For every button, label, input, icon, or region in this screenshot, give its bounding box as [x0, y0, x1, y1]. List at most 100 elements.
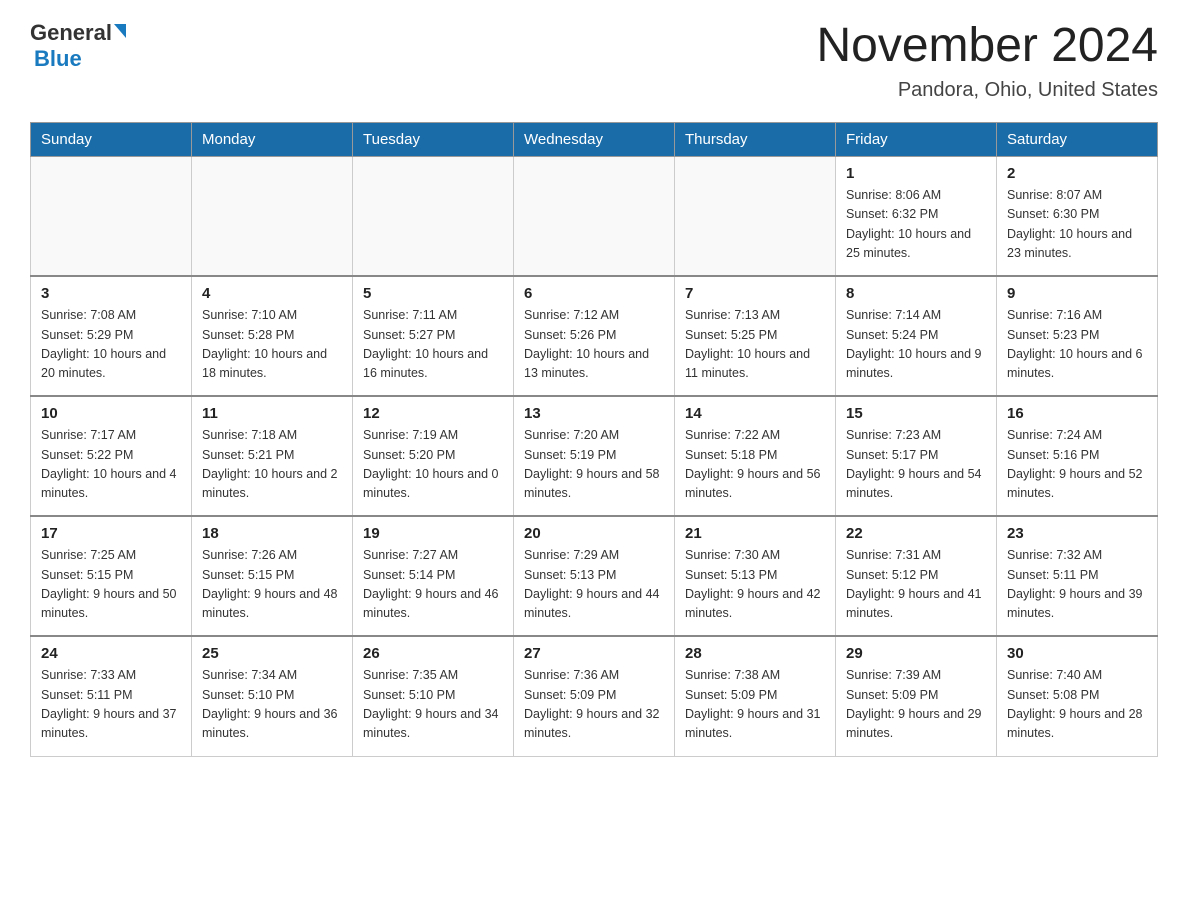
day-info: Sunrise: 7:32 AM Sunset: 5:11 PM Dayligh… [1007, 546, 1147, 624]
calendar-cell: 30 Sunrise: 7:40 AM Sunset: 5:08 PM Dayli… [997, 636, 1158, 756]
calendar-week-row: 10Sunrise: 7:17 AM Sunset: 5:22 PM Dayli… [31, 396, 1158, 516]
day-number: 16 [1007, 405, 1147, 422]
weekday-header-thursday: Thursday [675, 122, 836, 156]
day-info: Sunrise: 7:26 AM Sunset: 5:15 PM Dayligh… [202, 546, 342, 624]
day-info: Sunrise: 8:06 AM Sunset: 6:32 PM Dayligh… [846, 186, 986, 264]
weekday-header-friday: Friday [836, 122, 997, 156]
calendar-cell: 20 Sunrise: 7:29 AM Sunset: 5:13 PM Dayli… [514, 516, 675, 636]
logo: General Blue [30, 20, 126, 72]
weekday-header-monday: Monday [192, 122, 353, 156]
page-subtitle: Pandora, Ohio, United States [816, 79, 1158, 102]
calendar-cell: 14 Sunrise: 7:22 AM Sunset: 5:18 PM Dayli… [675, 396, 836, 516]
day-info: Sunrise: 7:11 AM Sunset: 5:27 PM Dayligh… [363, 306, 503, 384]
day-info: Sunrise: 7:18 AM Sunset: 5:21 PM Dayligh… [202, 426, 342, 504]
day-number: 8 [846, 285, 986, 302]
day-number: 23 [1007, 525, 1147, 542]
calendar-cell: 9 Sunrise: 7:16 AM Sunset: 5:23 PM Daylig… [997, 276, 1158, 396]
weekday-header-wednesday: Wednesday [514, 122, 675, 156]
day-number: 1 [846, 165, 986, 182]
calendar-week-row: 17 Sunrise: 7:25 AM Sunset: 5:15 PM Dayli… [31, 516, 1158, 636]
day-number: 26 [363, 645, 503, 662]
calendar-cell: 16Sunrise: 7:24 AM Sunset: 5:16 PM Dayli… [997, 396, 1158, 516]
day-number: 7 [685, 285, 825, 302]
calendar-cell [353, 156, 514, 276]
calendar-week-row: 1 Sunrise: 8:06 AM Sunset: 6:32 PM Daylig… [31, 156, 1158, 276]
day-info: Sunrise: 7:20 AM Sunset: 5:19 PM Dayligh… [524, 426, 664, 504]
day-info: Sunrise: 7:34 AM Sunset: 5:10 PM Dayligh… [202, 666, 342, 744]
calendar-cell: 3 Sunrise: 7:08 AM Sunset: 5:29 PM Daylig… [31, 276, 192, 396]
weekday-header-saturday: Saturday [997, 122, 1158, 156]
calendar-cell: 8 Sunrise: 7:14 AM Sunset: 5:24 PM Daylig… [836, 276, 997, 396]
weekday-header-sunday: Sunday [31, 122, 192, 156]
day-info: Sunrise: 7:25 AM Sunset: 5:15 PM Dayligh… [41, 546, 181, 624]
day-number: 2 [1007, 165, 1147, 182]
calendar-cell: 29 Sunrise: 7:39 AM Sunset: 5:09 PM Dayli… [836, 636, 997, 756]
calendar-week-row: 3 Sunrise: 7:08 AM Sunset: 5:29 PM Daylig… [31, 276, 1158, 396]
calendar-cell: 7 Sunrise: 7:13 AM Sunset: 5:25 PM Daylig… [675, 276, 836, 396]
calendar-cell [675, 156, 836, 276]
day-info: Sunrise: 7:12 AM Sunset: 5:26 PM Dayligh… [524, 306, 664, 384]
calendar-cell: 10Sunrise: 7:17 AM Sunset: 5:22 PM Dayli… [31, 396, 192, 516]
day-number: 11 [202, 405, 342, 422]
day-info: Sunrise: 7:38 AM Sunset: 5:09 PM Dayligh… [685, 666, 825, 744]
day-info: Sunrise: 7:40 AM Sunset: 5:08 PM Dayligh… [1007, 666, 1147, 744]
day-info: Sunrise: 7:10 AM Sunset: 5:28 PM Dayligh… [202, 306, 342, 384]
calendar-cell: 27 Sunrise: 7:36 AM Sunset: 5:09 PM Dayli… [514, 636, 675, 756]
day-info: Sunrise: 7:08 AM Sunset: 5:29 PM Dayligh… [41, 306, 181, 384]
day-number: 20 [524, 525, 664, 542]
day-number: 6 [524, 285, 664, 302]
calendar-table: SundayMondayTuesdayWednesdayThursdayFrid… [30, 122, 1158, 757]
day-info: Sunrise: 7:19 AM Sunset: 5:20 PM Dayligh… [363, 426, 503, 504]
calendar-cell: 15 Sunrise: 7:23 AM Sunset: 5:17 PM Dayli… [836, 396, 997, 516]
day-info: Sunrise: 7:23 AM Sunset: 5:17 PM Dayligh… [846, 426, 986, 504]
calendar-cell: 17 Sunrise: 7:25 AM Sunset: 5:15 PM Dayli… [31, 516, 192, 636]
calendar-cell: 23 Sunrise: 7:32 AM Sunset: 5:11 PM Dayli… [997, 516, 1158, 636]
calendar-cell: 2Sunrise: 8:07 AM Sunset: 6:30 PM Daylig… [997, 156, 1158, 276]
logo-blue: Blue [34, 46, 82, 72]
calendar-cell: 12 Sunrise: 7:19 AM Sunset: 5:20 PM Dayli… [353, 396, 514, 516]
day-info: Sunrise: 7:17 AM Sunset: 5:22 PM Dayligh… [41, 426, 181, 504]
calendar-cell [514, 156, 675, 276]
title-block: November 2024 Pandora, Ohio, United Stat… [816, 20, 1158, 102]
day-number: 22 [846, 525, 986, 542]
page-header: General Blue November 2024 Pandora, Ohio… [30, 20, 1158, 102]
day-number: 29 [846, 645, 986, 662]
day-number: 30 [1007, 645, 1147, 662]
day-number: 19 [363, 525, 503, 542]
calendar-cell: 1 Sunrise: 8:06 AM Sunset: 6:32 PM Daylig… [836, 156, 997, 276]
day-info: Sunrise: 7:29 AM Sunset: 5:13 PM Dayligh… [524, 546, 664, 624]
day-number: 15 [846, 405, 986, 422]
day-info: Sunrise: 7:22 AM Sunset: 5:18 PM Dayligh… [685, 426, 825, 504]
day-info: Sunrise: 7:16 AM Sunset: 5:23 PM Dayligh… [1007, 306, 1147, 384]
calendar-cell: 18Sunrise: 7:26 AM Sunset: 5:15 PM Dayli… [192, 516, 353, 636]
calendar-cell: 13Sunrise: 7:20 AM Sunset: 5:19 PM Dayli… [514, 396, 675, 516]
calendar-cell: 24Sunrise: 7:33 AM Sunset: 5:11 PM Dayli… [31, 636, 192, 756]
day-number: 9 [1007, 285, 1147, 302]
day-info: Sunrise: 7:13 AM Sunset: 5:25 PM Dayligh… [685, 306, 825, 384]
day-number: 27 [524, 645, 664, 662]
calendar-cell [192, 156, 353, 276]
calendar-cell [31, 156, 192, 276]
calendar-cell: 25 Sunrise: 7:34 AM Sunset: 5:10 PM Dayli… [192, 636, 353, 756]
day-number: 17 [41, 525, 181, 542]
calendar-cell: 5Sunrise: 7:11 AM Sunset: 5:27 PM Daylig… [353, 276, 514, 396]
calendar-cell: 6 Sunrise: 7:12 AM Sunset: 5:26 PM Daylig… [514, 276, 675, 396]
weekday-header-row: SundayMondayTuesdayWednesdayThursdayFrid… [31, 122, 1158, 156]
logo-general: General [30, 20, 126, 46]
calendar-cell: 19Sunrise: 7:27 AM Sunset: 5:14 PM Dayli… [353, 516, 514, 636]
calendar-week-row: 24Sunrise: 7:33 AM Sunset: 5:11 PM Dayli… [31, 636, 1158, 756]
day-number: 12 [363, 405, 503, 422]
day-number: 4 [202, 285, 342, 302]
day-info: Sunrise: 7:14 AM Sunset: 5:24 PM Dayligh… [846, 306, 986, 384]
day-info: Sunrise: 7:35 AM Sunset: 5:10 PM Dayligh… [363, 666, 503, 744]
calendar-cell: 4 Sunrise: 7:10 AM Sunset: 5:28 PM Daylig… [192, 276, 353, 396]
weekday-header-tuesday: Tuesday [353, 122, 514, 156]
day-number: 3 [41, 285, 181, 302]
day-info: Sunrise: 7:36 AM Sunset: 5:09 PM Dayligh… [524, 666, 664, 744]
day-info: Sunrise: 7:39 AM Sunset: 5:09 PM Dayligh… [846, 666, 986, 744]
day-number: 25 [202, 645, 342, 662]
day-info: Sunrise: 7:30 AM Sunset: 5:13 PM Dayligh… [685, 546, 825, 624]
day-info: Sunrise: 7:31 AM Sunset: 5:12 PM Dayligh… [846, 546, 986, 624]
day-number: 14 [685, 405, 825, 422]
day-number: 21 [685, 525, 825, 542]
